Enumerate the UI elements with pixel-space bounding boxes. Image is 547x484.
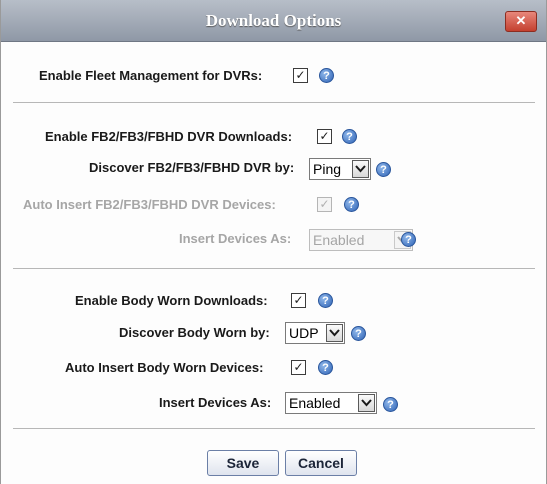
section-divider bbox=[13, 428, 535, 429]
bw-enable-label: Enable Body Worn Downloads: bbox=[75, 293, 268, 308]
bw-insert-as-select[interactable]: Enabled bbox=[285, 392, 377, 414]
chevron-down-icon[interactable] bbox=[326, 324, 343, 342]
fleet-enable-checkbox[interactable]: ✓ bbox=[293, 68, 308, 83]
save-button[interactable]: Save bbox=[207, 450, 279, 476]
bw-discover-label: Discover Body Worn by: bbox=[119, 325, 270, 340]
fb-enable-checkbox[interactable]: ✓ bbox=[317, 129, 332, 144]
bw-auto-insert-checkbox[interactable]: ✓ bbox=[291, 360, 306, 375]
bw-discover-value: UDP bbox=[289, 325, 319, 341]
bw-auto-insert-label: Auto Insert Body Worn Devices: bbox=[65, 360, 264, 375]
section-divider bbox=[13, 102, 535, 103]
fb-insert-as-value: Enabled bbox=[313, 232, 365, 248]
help-icon[interactable]: ? bbox=[344, 197, 359, 212]
help-icon[interactable]: ? bbox=[342, 129, 357, 144]
download-options-dialog: Download Options ✕ Enable Fleet Manageme… bbox=[0, 0, 547, 484]
help-icon[interactable]: ? bbox=[376, 162, 391, 177]
help-icon[interactable]: ? bbox=[318, 360, 333, 375]
fb-discover-label: Discover FB2/FB3/FBHD DVR by: bbox=[89, 160, 295, 175]
bw-insert-as-label: Insert Devices As: bbox=[159, 395, 272, 410]
chevron-down-icon[interactable] bbox=[352, 160, 369, 178]
bw-discover-select[interactable]: UDP bbox=[285, 322, 345, 344]
fb-auto-insert-checkbox: ✓ bbox=[317, 197, 332, 212]
help-icon[interactable]: ? bbox=[318, 293, 333, 308]
dialog-titlebar: Download Options ✕ bbox=[1, 0, 546, 42]
help-icon[interactable]: ? bbox=[351, 326, 366, 341]
fb-discover-select[interactable]: Ping bbox=[309, 158, 371, 180]
bw-enable-checkbox[interactable]: ✓ bbox=[291, 293, 306, 308]
bw-insert-as-value: Enabled bbox=[289, 395, 341, 411]
fb-insert-as-select: Enabled bbox=[309, 229, 413, 251]
cancel-button[interactable]: Cancel bbox=[285, 450, 357, 476]
chevron-down-icon[interactable] bbox=[358, 394, 375, 412]
help-icon[interactable]: ? bbox=[319, 68, 334, 83]
help-icon[interactable]: ? bbox=[401, 232, 416, 247]
fb-auto-insert-label: Auto Insert FB2/FB3/FBHD DVR Devices: bbox=[23, 197, 276, 212]
close-button[interactable]: ✕ bbox=[505, 11, 537, 32]
dialog-title: Download Options bbox=[205, 11, 342, 30]
fleet-enable-label: Enable Fleet Management for DVRs: bbox=[39, 68, 263, 83]
fb-enable-label: Enable FB2/FB3/FBHD DVR Downloads: bbox=[45, 129, 293, 144]
fb-discover-value: Ping bbox=[313, 161, 342, 177]
section-divider bbox=[13, 268, 535, 269]
fb-insert-as-label: Insert Devices As: bbox=[179, 231, 292, 246]
help-icon[interactable]: ? bbox=[383, 397, 398, 412]
